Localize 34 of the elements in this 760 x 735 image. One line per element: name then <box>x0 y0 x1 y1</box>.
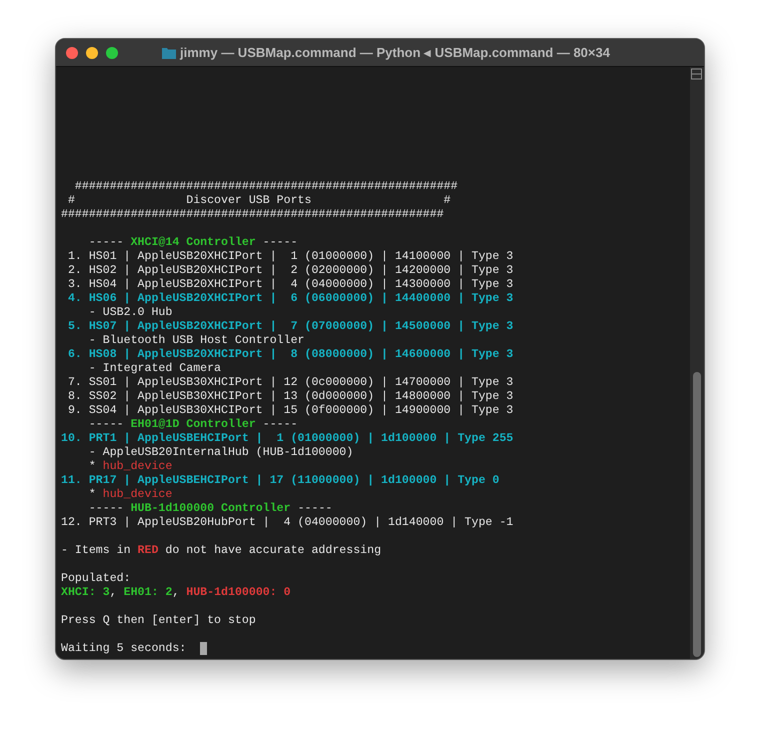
terminal-line: - Bluetooth USB Host Controller <box>88 334 305 348</box>
terminal-line: ----- EH01@1D Controller ----- <box>88 418 298 432</box>
zoom-button[interactable] <box>106 46 118 58</box>
terminal-line: # Discover USB Ports # <box>66 194 451 208</box>
terminal-line: * hub_device <box>88 460 172 474</box>
terminal-line: ####################################################### <box>61 208 444 222</box>
terminal-line: 2. HS02 | AppleUSB20XHCIPort | 2 (02000000) | 14200000 | Type 3 <box>66 264 514 278</box>
terminal-line: 6. HS08 | AppleUSB20XHCIPort | 8 (08000000) | 14600000 | Type 3 <box>66 348 514 362</box>
terminal-line: * hub_device <box>88 488 172 502</box>
window-title: jimmy — USBMap.command — Python ◂ USBMap.command — 80×34 <box>180 44 610 62</box>
terminal-line: 11. PR17 | AppleUSBEHCIPort | 17 (11000000) | 1d100000 | Type 0 <box>61 474 500 488</box>
terminal-line: 8. SS02 | AppleUSB30XHCIPort | 13 (0d000000) | 14800000 | Type 3 <box>66 390 514 404</box>
terminal-line: Populated: <box>61 572 131 586</box>
terminal-line: Press Q then [enter] to stop <box>61 614 256 628</box>
terminal-line: - Items in RED do not have accurate addressing <box>61 544 382 558</box>
terminal-line: ----- HUB-1d100000 Controller ----- <box>88 502 332 516</box>
terminal-line: ####################################################### <box>74 180 458 194</box>
terminal-line: 3. HS04 | AppleUSB20XHCIPort | 4 (04000000) | 14300000 | Type 3 <box>66 278 514 292</box>
terminal-line: Waiting 5 seconds: <box>61 642 188 656</box>
terminal-line: 1. HS01 | AppleUSB20XHCIPort | 1 (01000000) | 14100000 | Type 3 <box>66 250 514 264</box>
terminal-line: ----- XHCI@14 Controller ----- <box>88 236 298 250</box>
terminal-line: 5. HS07 | AppleUSB20XHCIPort | 7 (07000000) | 14500000 | Type 3 <box>66 320 514 334</box>
terminal-line: XHCI: 3, EH01: 2, HUB-1d100000: 0 <box>61 586 291 600</box>
terminal-line: - Integrated Camera <box>88 362 222 376</box>
terminal-line: 9. SS04 | AppleUSB30XHCIPort | 15 (0f000000) | 14900000 | Type 3 <box>66 404 514 418</box>
terminal-line: - AppleUSB20InternalHub (HUB-1d100000) <box>88 446 354 460</box>
terminal-line: 4. HS06 | AppleUSB20XHCIPort | 6 (06000000) | 14400000 | Type 3 <box>66 292 514 306</box>
terminal-line: 7. SS01 | AppleUSB30XHCIPort | 12 (0c000000) | 14700000 | Type 3 <box>66 376 514 390</box>
terminal-line: 10. PRT1 | AppleUSBEHCIPort | 1 (01000000) | 1d100000 | Type 255 <box>61 432 514 446</box>
close-button[interactable] <box>66 46 78 58</box>
terminal-line: 12. PRT3 | AppleUSB20HubPort | 4 (04000000) | 1d140000 | Type -1 <box>61 516 514 530</box>
minimize-button[interactable] <box>86 46 98 58</box>
terminal-line: - USB2.0 Hub <box>88 306 172 320</box>
folder-icon <box>162 46 176 58</box>
